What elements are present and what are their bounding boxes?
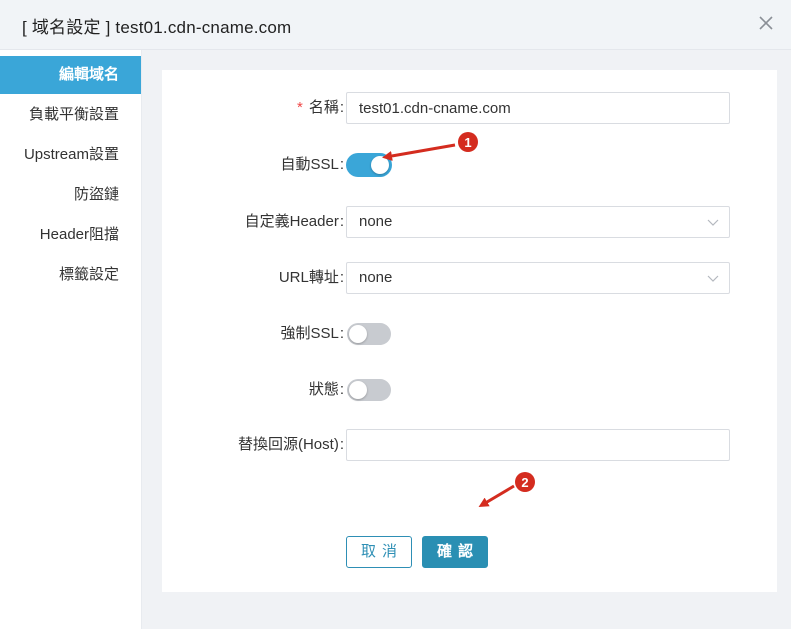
origin-host-input[interactable] — [346, 429, 730, 461]
force-ssl-toggle[interactable] — [347, 323, 391, 345]
form-row-status: 狀態: — [162, 373, 777, 407]
sidebar-item-tag-settings[interactable]: 標籤設定 — [0, 255, 141, 295]
name-label: * 名稱: — [296, 99, 344, 116]
status-toggle[interactable] — [347, 379, 391, 401]
custom-header-select[interactable]: none — [346, 206, 730, 238]
required-mark: * — [296, 99, 303, 116]
form-row-name: * 名稱: — [162, 91, 777, 125]
confirm-button[interactable]: 確認 — [422, 536, 488, 568]
custom-header-value: none — [359, 213, 393, 230]
url-redirect-value: none — [359, 269, 393, 286]
custom-header-label: 自定義Header: — [244, 213, 344, 230]
form-row-auto-ssl: 自動SSL: — [162, 148, 777, 182]
url-redirect-label: URL轉址: — [278, 269, 344, 286]
content-area: *名稱: 自動SSL: 自定義Header: none URL轉址: none — [142, 50, 791, 629]
form-row-custom-header: 自定義Header: none — [162, 205, 777, 239]
toggle-knob — [371, 156, 389, 174]
form-row-force-ssl: 強制SSL: — [162, 317, 777, 351]
chevron-down-icon — [707, 275, 719, 282]
dialog-header: [ 域名設定 ] test01.cdn-cname.com — [0, 0, 791, 50]
cancel-button[interactable]: 取消 — [346, 536, 412, 568]
chevron-down-icon — [707, 219, 719, 226]
sidebar-item-edit-domain[interactable]: 編輯域名 — [0, 56, 141, 94]
origin-host-label: 替換回源(Host): — [237, 436, 344, 453]
dialog-title: [ 域名設定 ] test01.cdn-cname.com — [22, 18, 292, 37]
form-panel: *名稱: 自動SSL: 自定義Header: none URL轉址: none — [162, 70, 777, 592]
sidebar-item-upstream[interactable]: Upstream設置 — [0, 135, 141, 175]
sidebar-item-anti-leech[interactable]: 防盜鏈 — [0, 175, 141, 215]
name-input[interactable] — [346, 92, 730, 124]
auto-ssl-toggle[interactable] — [347, 154, 391, 176]
form-row-origin-host: 替換回源(Host): — [162, 428, 777, 462]
force-ssl-label: 強制SSL: — [280, 325, 344, 342]
toggle-knob — [349, 381, 367, 399]
auto-ssl-label: 自動SSL: — [280, 156, 344, 173]
form-row-url-redirect: URL轉址: none — [162, 261, 777, 295]
toggle-knob — [349, 325, 367, 343]
sidebar: 編輯域名 負載平衡設置 Upstream設置 防盜鏈 Header阻擋 標籤設定 — [0, 50, 142, 629]
url-redirect-select[interactable]: none — [346, 262, 730, 294]
close-icon[interactable] — [755, 12, 777, 34]
sidebar-item-load-balance[interactable]: 負載平衡設置 — [0, 95, 141, 135]
status-label: 狀態: — [308, 381, 344, 398]
sidebar-item-header-block[interactable]: Header阻擋 — [0, 215, 141, 255]
